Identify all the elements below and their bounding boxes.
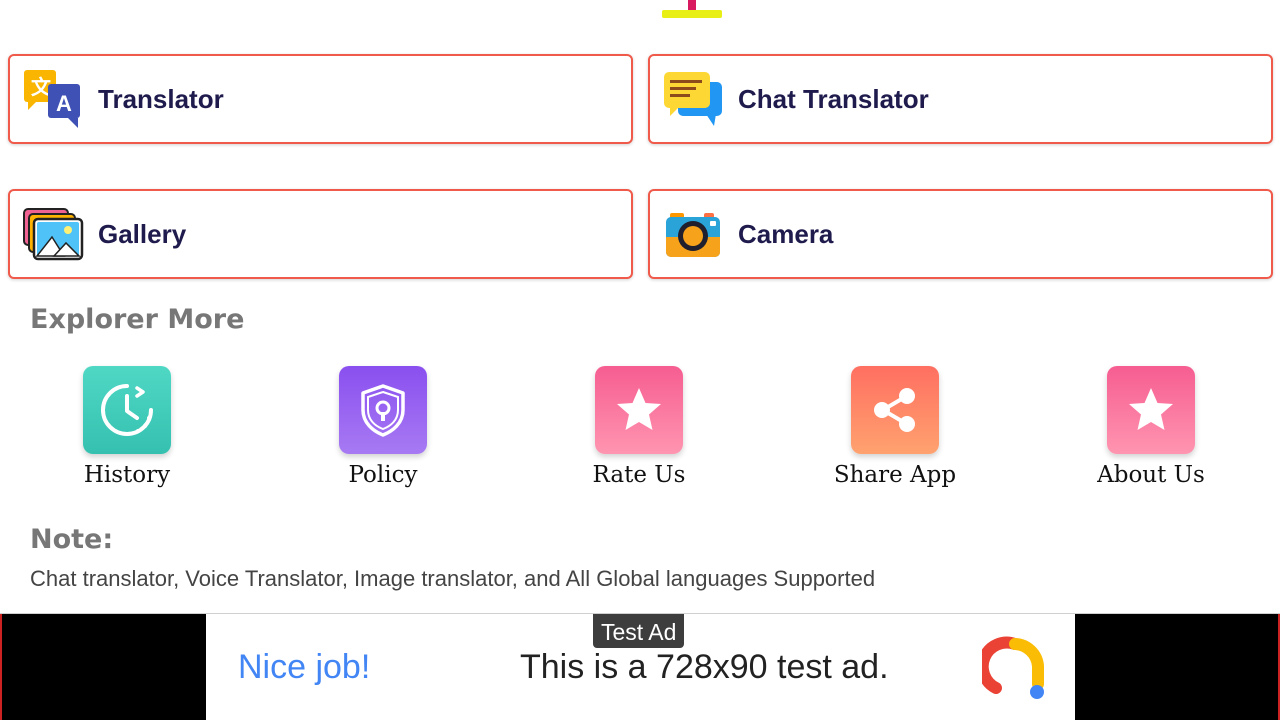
policy-label: Policy	[348, 462, 418, 488]
shield-lock-icon	[339, 366, 427, 454]
translator-card[interactable]: 文 A Translator	[8, 54, 633, 144]
chat-translator-card[interactable]: Chat Translator	[648, 54, 1273, 144]
history-label: History	[83, 462, 171, 488]
ad-logo-icon	[982, 636, 1044, 699]
gallery-label: Gallery	[98, 218, 187, 249]
chat-bubbles-icon	[662, 68, 724, 130]
ad-text: This is a 728x90 test ad.	[520, 648, 889, 686]
policy-button[interactable]: Policy	[303, 366, 463, 488]
explorer-more-title: Explorer More	[30, 304, 245, 335]
rate-us-label: Rate Us	[592, 462, 686, 488]
translator-label: Translator	[98, 83, 224, 114]
camera-label: Camera	[738, 218, 834, 249]
ad-banner[interactable]: Test Ad Nice job! This is a 728x90 test …	[0, 613, 1280, 720]
ad-edge-left	[0, 614, 2, 720]
gallery-icon	[22, 203, 84, 265]
share-icon	[851, 366, 939, 454]
camera-icon	[662, 203, 724, 265]
svg-text:A: A	[56, 91, 72, 116]
about-us-button[interactable]: About Us	[1071, 366, 1231, 488]
ad-content[interactable]: Test Ad Nice job! This is a 728x90 test …	[206, 614, 1075, 720]
about-us-label: About Us	[1097, 462, 1205, 488]
history-clock-icon	[83, 366, 171, 454]
star-icon	[1107, 366, 1195, 454]
share-app-label: Share App	[833, 462, 957, 488]
test-ad-badge: Test Ad	[593, 614, 685, 648]
camera-card[interactable]: Camera	[648, 189, 1273, 279]
ad-headline[interactable]: Nice job!	[238, 648, 370, 687]
note-title: Note:	[30, 524, 114, 555]
history-button[interactable]: History	[47, 366, 207, 488]
chat-translator-label: Chat Translator	[738, 83, 929, 114]
gallery-card[interactable]: Gallery	[8, 189, 633, 279]
top-handle-decoration	[662, 0, 722, 18]
note-text: Chat translator, Voice Translator, Image…	[30, 566, 876, 591]
star-icon	[595, 366, 683, 454]
share-app-button[interactable]: Share App	[815, 366, 975, 488]
translate-icon: 文 A	[22, 68, 84, 130]
rate-us-button[interactable]: Rate Us	[559, 366, 719, 488]
